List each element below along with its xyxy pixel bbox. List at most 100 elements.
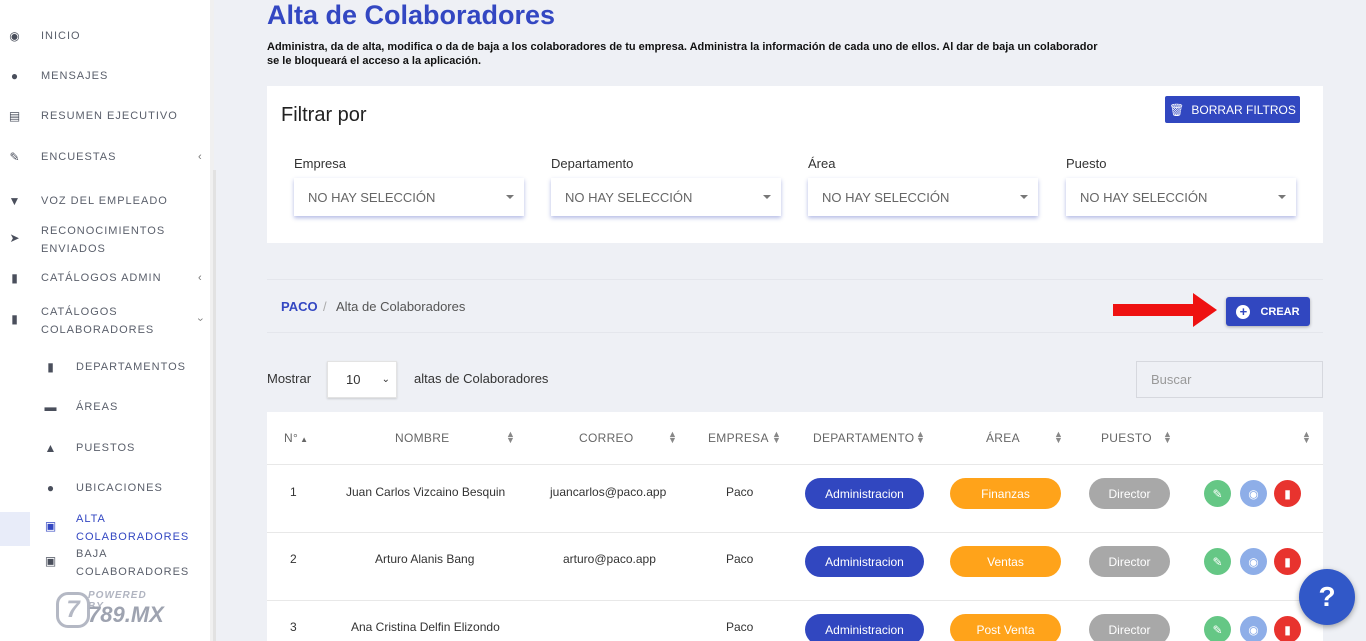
sidebar-item-departamentos[interactable]: ▮ DEPARTAMENTOS <box>0 358 214 376</box>
delete-button[interactable]: ▮ <box>1274 480 1301 507</box>
column-header-area[interactable]: ÁREA <box>986 431 1020 445</box>
sidebar-item-areas[interactable]: ▬ ÁREAS <box>0 398 214 416</box>
trash-icon: ▮ <box>1284 554 1291 569</box>
sidebar-item-catalogos-colaboradores[interactable]: ▮ CATÁLOGOS COLABORADORES ‹ <box>0 303 214 339</box>
paper-plane-icon: ➤ <box>9 231 21 245</box>
sort-icon[interactable]: ▲ ▼ <box>668 430 677 445</box>
chevron-down-icon: ⌄ <box>381 374 390 385</box>
map-marker-icon: ● <box>46 481 56 495</box>
row-divider <box>267 600 1323 601</box>
sort-icon[interactable]: ▲ ▼ <box>772 430 781 445</box>
delete-button[interactable]: ▮ <box>1274 616 1301 641</box>
column-header-correo[interactable]: CORREO <box>579 431 633 445</box>
sidebar-item-voz-del-empleado[interactable]: ▼ VOZ DEL EMPLEADO <box>0 192 214 210</box>
caret-down-icon <box>763 195 771 199</box>
help-button[interactable]: ? <box>1299 569 1355 625</box>
edit-button[interactable]: ✎ <box>1204 616 1231 641</box>
row-number: 3 <box>290 620 297 634</box>
eye-icon: ◉ <box>1248 622 1259 637</box>
row-correo: juancarlos@paco.app <box>550 485 667 499</box>
puesto-filter-label: Puesto <box>1066 156 1107 171</box>
view-button[interactable]: ◉ <box>1240 480 1267 507</box>
sort-asc-icon: ▲ <box>300 435 309 444</box>
sidebar-item-mensajes[interactable]: ● MENSAJES <box>0 67 214 85</box>
column-header-empresa[interactable]: EMPRESA <box>708 431 769 445</box>
row-number: 2 <box>290 552 297 566</box>
empresa-filter-label: Empresa <box>294 156 347 171</box>
edit-icon: ✎ <box>9 150 21 164</box>
collaborators-table: N° ▲ NOMBRE ▲ ▼ CORREO ▲ ▼ EMPRESA ▲ ▼ DEPAR… <box>267 412 1323 641</box>
breadcrumb-current: Alta de Colaboradores <box>336 299 466 314</box>
sidebar-item-inicio[interactable]: ◉ INICIO <box>0 27 214 45</box>
puesto-badge: Director <box>1089 546 1170 577</box>
departamento-filter-label: Departamento <box>551 156 634 171</box>
row-nombre: Arturo Alanis Bang <box>375 552 475 566</box>
puesto-filter-select[interactable]: NO HAY SELECCIÓN <box>1066 178 1296 216</box>
pencil-icon: ✎ <box>1212 554 1223 569</box>
sidebar-item-reconocimientos[interactable]: ➤ RECONOCIMIENTOS ENVIADOS <box>0 222 214 258</box>
red-arrow-annotation <box>1113 293 1217 327</box>
breadcrumb-separator: / <box>323 299 327 314</box>
clear-filters-button[interactable]: 🗑 BORRAR FILTROS <box>1165 96 1300 123</box>
bookmark-icon: ▮ <box>47 360 55 374</box>
area-badge: Ventas <box>950 546 1061 577</box>
filter-title: Filtrar por <box>281 104 367 126</box>
empresa-filter-select[interactable]: NO HAY SELECCIÓN <box>294 178 524 216</box>
row-number: 1 <box>290 485 297 499</box>
row-nombre: Juan Carlos Vizcaino Besquin <box>346 485 506 499</box>
row-empresa: Paco <box>726 485 754 499</box>
delete-button[interactable]: ▮ <box>1274 548 1301 575</box>
edit-button[interactable]: ✎ <box>1204 480 1231 507</box>
plus-circle-icon: + <box>1236 304 1251 319</box>
sidebar-item-baja-colaboradores[interactable]: ▣ BAJA COLABORADORES <box>0 545 214 581</box>
create-button[interactable]: + CREAR <box>1226 297 1310 326</box>
search-input[interactable]: Buscar <box>1136 361 1323 398</box>
edit-button[interactable]: ✎ <box>1204 548 1231 575</box>
column-header-n[interactable]: N° ▲ <box>284 431 308 445</box>
briefcase-icon: ▣ <box>44 554 58 568</box>
view-button[interactable]: ◉ <box>1240 548 1267 575</box>
area-filter-select[interactable]: NO HAY SELECCIÓN <box>808 178 1038 216</box>
chevron-left-icon: ‹ <box>198 272 203 284</box>
sidebar-item-ubicaciones[interactable]: ● UBICACIONES <box>0 479 214 497</box>
departamento-filter-select[interactable]: NO HAY SELECCIÓN <box>551 178 781 216</box>
breadcrumb-home-link[interactable]: PACO <box>281 299 318 314</box>
sidebar: ◉ INICIO ● MENSAJES ▤ RESUMEN EJECUTIVO … <box>0 0 214 641</box>
column-header-puesto[interactable]: PUESTO <box>1101 431 1152 445</box>
caret-down-icon <box>1020 195 1028 199</box>
sort-icon[interactable]: ▲ ▼ <box>916 430 925 445</box>
area-filter-label: Área <box>808 156 836 171</box>
page-length-select[interactable]: 10 ⌄ <box>327 361 397 398</box>
page-description: Administra, da de alta, modifica o da de… <box>267 41 1098 67</box>
briefcase-icon: ▣ <box>44 519 58 533</box>
column-header-departamento[interactable]: DEPARTAMENTO <box>813 431 914 445</box>
sort-icon[interactable]: ▲ ▼ <box>1054 430 1063 445</box>
filter-panel: Filtrar por 🗑 BORRAR FILTROS Empresa NO … <box>267 86 1323 243</box>
row-divider <box>267 532 1323 533</box>
row-correo: arturo@paco.app <box>563 552 656 566</box>
departamento-badge: Administracion <box>805 478 924 509</box>
microphone-icon: ▼ <box>8 194 22 208</box>
sidebar-item-resumen-ejecutivo[interactable]: ▤ RESUMEN EJECUTIVO <box>0 107 214 125</box>
sort-icon[interactable]: ▲ ▼ <box>506 430 515 445</box>
bar-chart-icon: ▤ <box>8 109 22 123</box>
pencil-icon: ✎ <box>1212 486 1223 501</box>
caret-down-icon <box>1278 195 1286 199</box>
sidebar-item-puestos[interactable]: ▲ PUESTOS <box>0 439 214 457</box>
powered-by-logo: 7 POWERED BY 789.MX <box>56 590 164 632</box>
page-title: Alta de Colaboradores <box>267 0 556 30</box>
trash-icon: 🗑 <box>1169 102 1185 117</box>
sidebar-item-catalogos-admin[interactable]: ▮ CATÁLOGOS ADMIN ‹ <box>0 269 214 287</box>
sidebar-item-alta-colaboradores[interactable]: ▣ ALTA COLABORADORES <box>0 510 214 546</box>
column-header-nombre[interactable]: NOMBRE <box>395 431 449 445</box>
caret-down-icon <box>506 195 514 199</box>
trash-icon: ▮ <box>1284 622 1291 637</box>
puesto-badge: Director <box>1089 478 1170 509</box>
sidebar-scrollbar[interactable] <box>213 170 216 641</box>
sort-icon[interactable]: ▲ ▼ <box>1163 430 1172 445</box>
book-icon: ▮ <box>11 271 19 285</box>
view-button[interactable]: ◉ <box>1240 616 1267 641</box>
sidebar-item-encuestas[interactable]: ✎ ENCUESTAS ‹ <box>0 148 214 166</box>
sort-icon[interactable]: ▲ ▼ <box>1302 430 1311 445</box>
folder-open-icon: ▬ <box>44 400 58 414</box>
